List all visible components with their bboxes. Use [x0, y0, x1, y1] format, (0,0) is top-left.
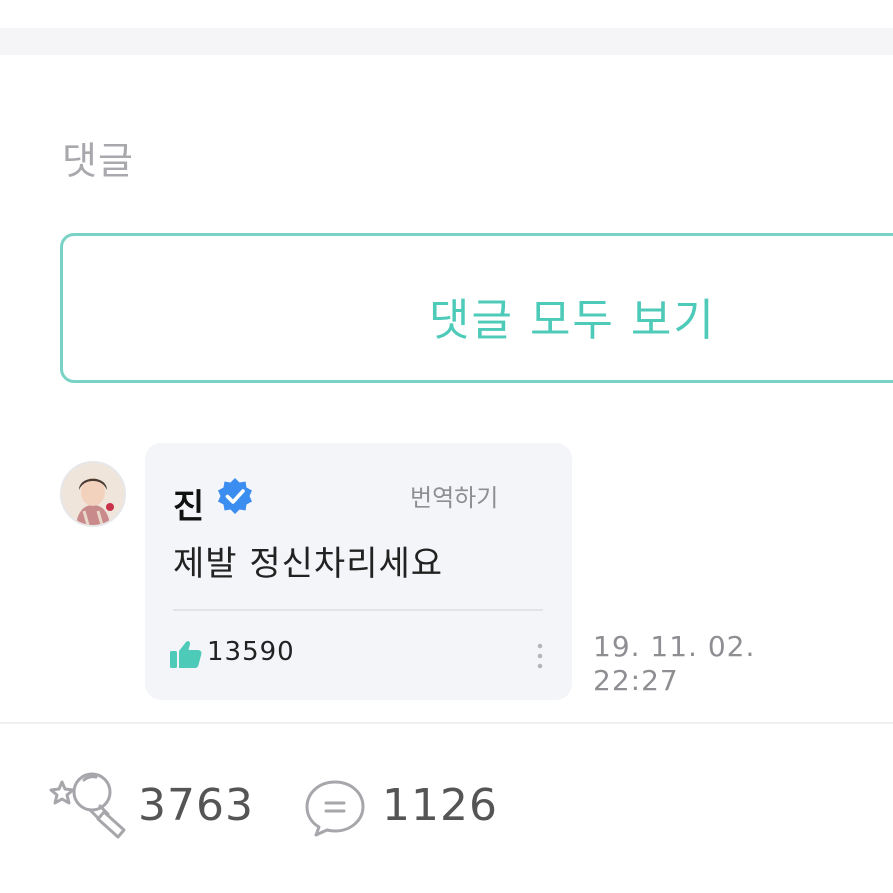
top-strip: [0, 0, 893, 28]
comment-bubble-icon[interactable]: [302, 778, 368, 838]
section-separator: [0, 28, 893, 55]
translate-button[interactable]: 번역하기: [410, 478, 498, 513]
footer-divider: [0, 722, 893, 724]
comment-text: 제발 정신차리세요: [173, 544, 444, 584]
comments-section-title: 댓글: [62, 139, 134, 183]
comment-time: 22:27: [593, 664, 679, 697]
view-all-comments-label: 댓글 모두 보기: [429, 295, 716, 346]
like-count: 13590: [207, 637, 295, 667]
comment-card: 진 번역하기 제발 정신차리세요 13590: [145, 443, 572, 700]
comment-divider: [173, 609, 543, 611]
thumbs-up-icon[interactable]: [169, 639, 203, 669]
cheer-lightstick-icon[interactable]: [48, 768, 132, 842]
comment-date: 19. 11. 02.: [593, 630, 756, 663]
more-options-icon[interactable]: [534, 642, 546, 670]
verified-badge-icon: [218, 478, 252, 514]
comment-author[interactable]: 진: [173, 479, 204, 528]
comment-count: 1126: [382, 780, 498, 831]
view-all-comments-button[interactable]: 댓글 모두 보기: [60, 233, 893, 383]
cheer-count: 3763: [138, 780, 254, 831]
avatar-image: [62, 463, 124, 525]
comment-timestamp: 19. 11. 02. 22:27: [593, 630, 755, 698]
avatar[interactable]: [60, 461, 126, 527]
